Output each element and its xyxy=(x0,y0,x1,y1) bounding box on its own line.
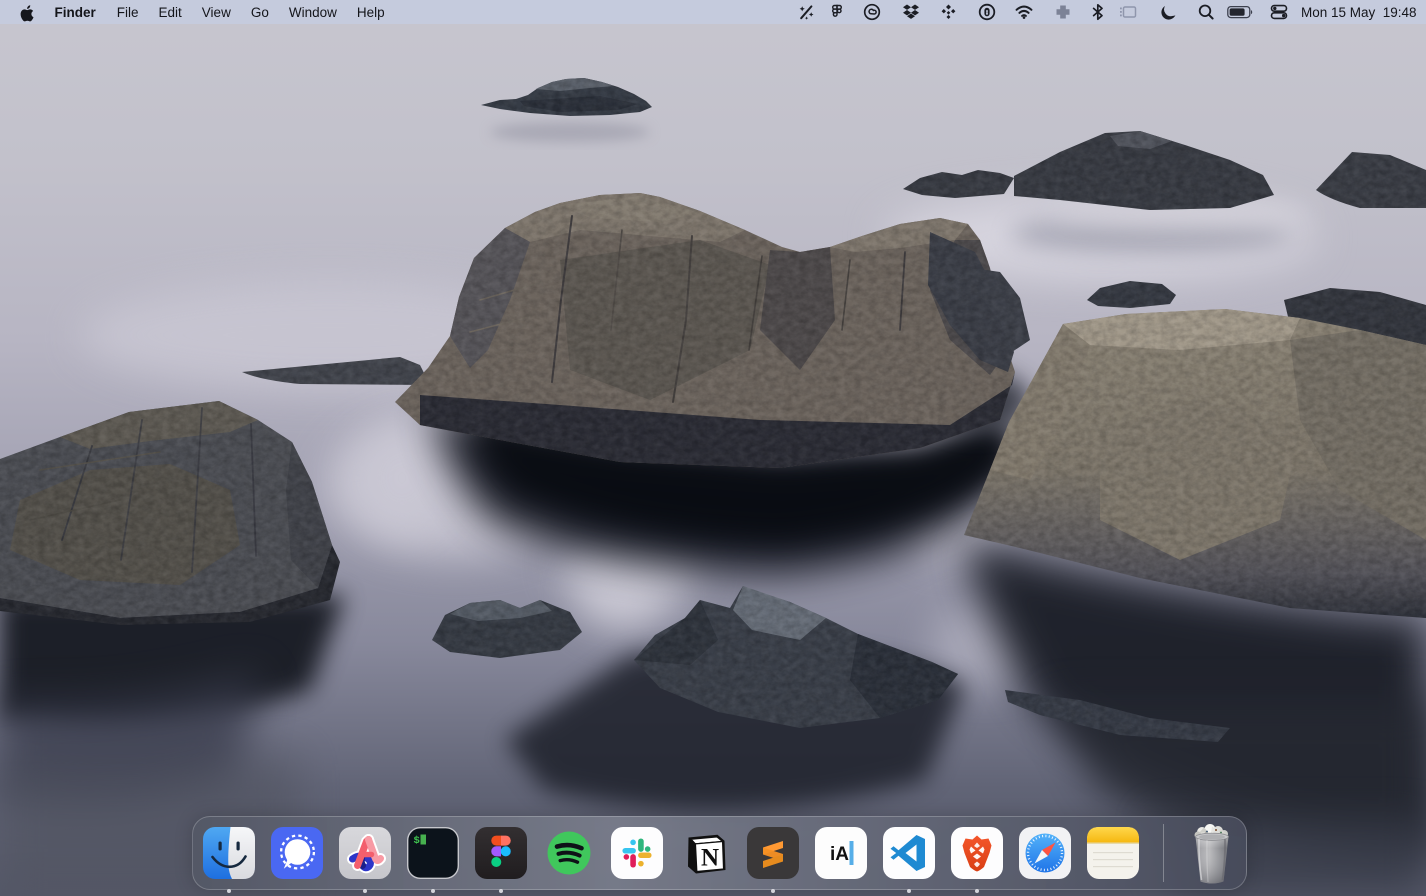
svg-text:$: $ xyxy=(414,835,420,847)
svg-text:N: N xyxy=(701,845,719,872)
svg-text:iA: iA xyxy=(830,844,849,865)
